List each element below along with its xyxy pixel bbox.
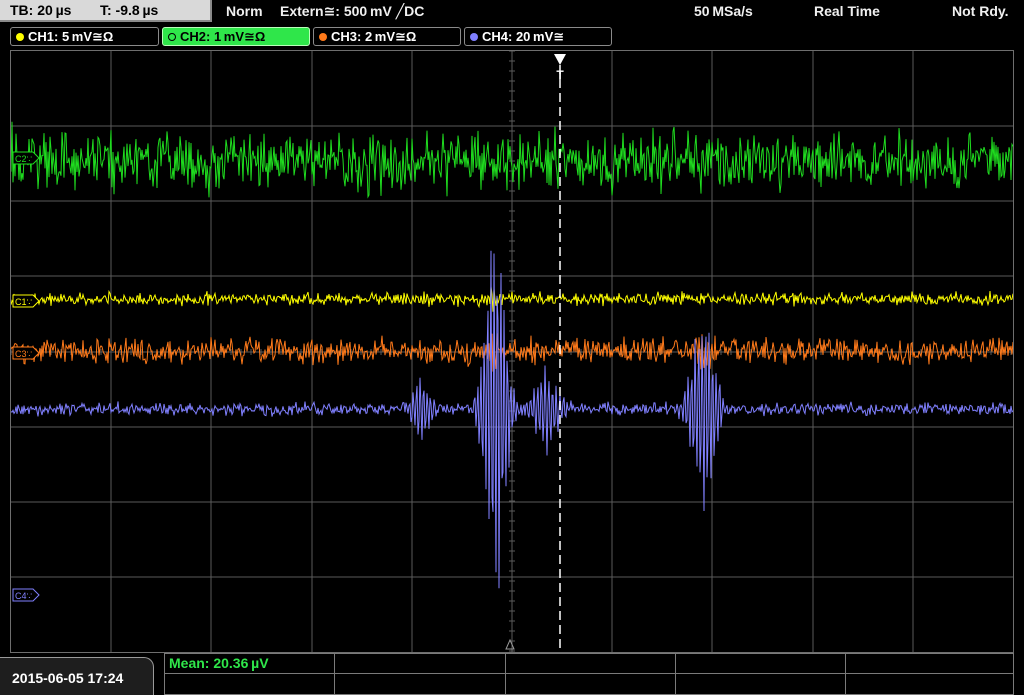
datetime-box: 2015-06-05 17:24 — [0, 657, 154, 695]
trigger-mode[interactable]: Norm — [226, 3, 263, 19]
trigger-marker-label: T — [556, 68, 564, 82]
channel-button-ch1[interactable]: CH1: 5 mV≅Ω — [10, 27, 159, 46]
timebase-box[interactable]: TB: 20 µs T: -9.8 µs — [0, 0, 212, 22]
datetime-text: 2015-06-05 17:24 — [12, 670, 124, 686]
footer-bar: 2015-06-05 17:24 Mean: 20.36 µV — [0, 653, 1024, 695]
measurement-cell[interactable]: Mean: 20.36 µV — [165, 654, 335, 674]
ch1-label: CH1: 5 mV≅Ω — [28, 29, 114, 44]
ch3-label: CH3: 2 mV≅Ω — [331, 29, 417, 44]
status-bar: TB: 20 µs T: -9.8 µs Norm Extern≅: 500 m… — [0, 0, 1024, 25]
channel-marker-label: C4∵ — [15, 591, 33, 601]
measurement-cell[interactable] — [506, 654, 676, 674]
channel-button-ch4[interactable]: CH4: 20 mV≅ — [464, 27, 612, 46]
channel-marker-ch1[interactable]: C1∵ — [12, 294, 40, 308]
channel-marker-label: C3∵ — [15, 349, 33, 359]
measurement-cell[interactable] — [846, 654, 1013, 674]
ch4-label: CH4: 20 mV≅ — [482, 29, 565, 44]
measurement-cell[interactable] — [165, 674, 335, 694]
channel-button-ch3[interactable]: CH3: 2 mV≅Ω — [313, 27, 461, 46]
measurement-cell[interactable] — [676, 674, 846, 694]
measurement-cell[interactable] — [676, 654, 846, 674]
measurement-cell[interactable] — [506, 674, 676, 694]
channel-marker-label: C2∵ — [15, 154, 33, 164]
ch1-color-dot-icon — [16, 33, 24, 41]
acquisition-status: Not Rdy. — [952, 3, 1009, 19]
timebase-readout: TB: 20 µs — [10, 2, 72, 18]
waveform-plot: C1∵ C2∵ C3∵ C4∵ T — [11, 51, 1013, 652]
ch2-color-dot-icon — [168, 33, 176, 41]
ch3-color-dot-icon — [319, 33, 327, 41]
channel-marker-label: C1∵ — [15, 297, 33, 307]
acquisition-mode: Real Time — [814, 3, 880, 19]
mean-measurement: Mean: 20.36 µV — [169, 655, 269, 671]
channel-markers: C1∵ C2∵ C3∵ C4∵ — [12, 151, 40, 602]
ch2-label: CH2: 1 mV≅Ω — [180, 29, 266, 44]
trigger-source[interactable]: Extern≅: 500 mV ╱DC — [280, 3, 424, 20]
channel-bar: CH1: 5 mV≅Ω CH2: 1 mV≅Ω CH3: 2 mV≅Ω CH4:… — [0, 26, 1024, 48]
trigger-arrow-icon — [554, 54, 566, 65]
measurement-cell[interactable] — [335, 654, 506, 674]
measurement-panel[interactable]: Mean: 20.36 µV — [164, 653, 1014, 695]
measurement-cell[interactable] — [846, 674, 1013, 694]
sample-rate: 50 MSa/s — [694, 3, 753, 19]
waveform-display[interactable]: C1∵ C2∵ C3∵ C4∵ T — [10, 50, 1014, 653]
channel-marker-ch2[interactable]: C2∵ — [12, 151, 40, 165]
channel-marker-ch4[interactable]: C4∵ — [12, 588, 40, 602]
ch4-color-dot-icon — [470, 33, 478, 41]
trigger-time-readout: T: -9.8 µs — [100, 2, 159, 18]
channel-marker-ch3[interactable]: C3∵ — [12, 346, 40, 360]
measurement-cell[interactable] — [335, 674, 506, 694]
channel-button-ch2[interactable]: CH2: 1 mV≅Ω — [162, 27, 310, 46]
